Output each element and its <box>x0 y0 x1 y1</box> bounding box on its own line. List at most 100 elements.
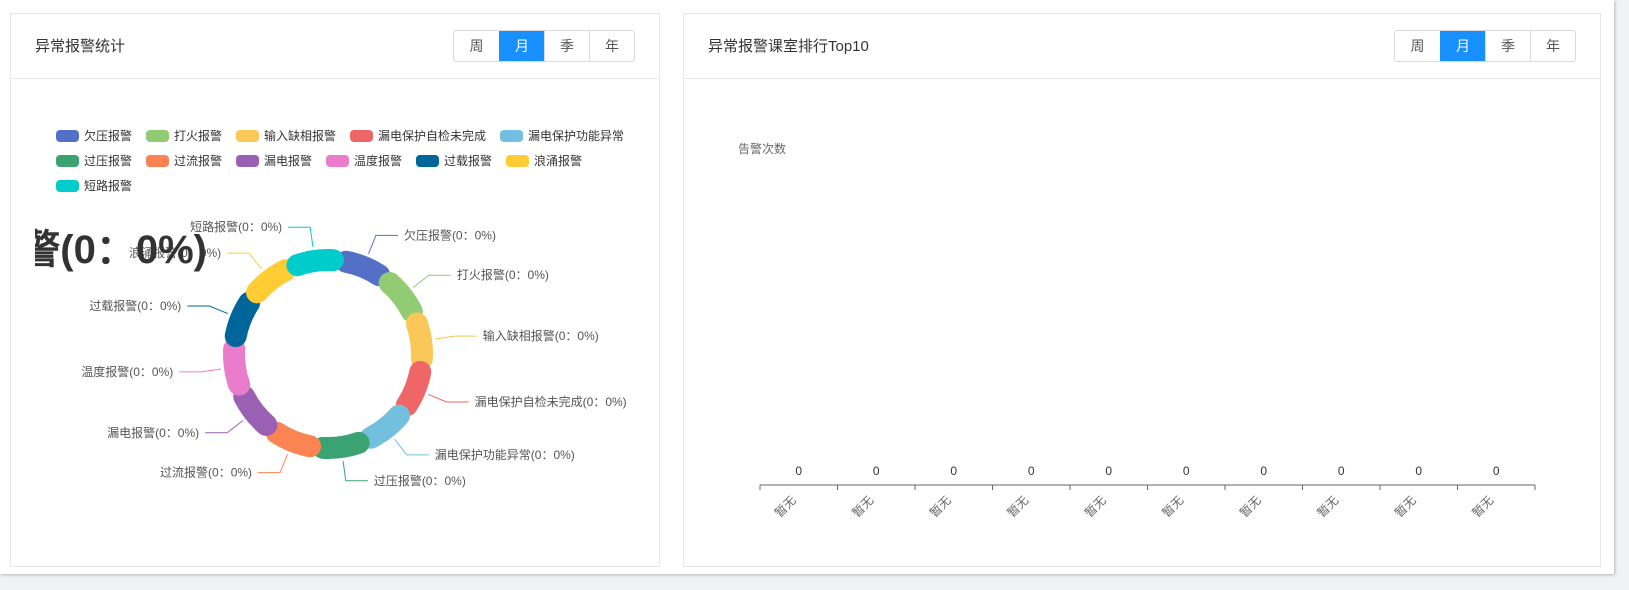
bar-value-label: 0 <box>1493 464 1500 478</box>
legend-swatch <box>146 130 169 142</box>
slice-label: 过流报警(0：0%) <box>160 465 252 480</box>
legend-item: 漏电报警 <box>236 153 312 168</box>
legend-label: 欠压报警 <box>84 128 132 143</box>
label-line <box>427 393 469 403</box>
label-line <box>434 335 477 340</box>
period-year-button[interactable]: 年 <box>589 31 634 61</box>
x-tick-label: 暂无 <box>1082 493 1109 520</box>
legend-item: 过流报警 <box>146 153 222 168</box>
slice-label: 过载报警(0：0%) <box>89 298 181 313</box>
pie-slice <box>224 291 261 348</box>
legend-item: 短路报警 <box>56 178 132 193</box>
pie-slice <box>265 421 322 458</box>
ranking-bar-chart: 告警次数 0 暂无 0 暂无 0 暂无 0 暂无 0 暂无 0 暂无 0 暂无 0 暂无 0 暂无 0 暂无 <box>738 141 1536 520</box>
slice-label: 输入缺相报警(0：0%) <box>483 328 599 343</box>
slice-label: 温度报警(0：0%) <box>81 364 173 379</box>
slice-label: 漏电保护自检未完成(0：0%) <box>475 394 627 409</box>
slice-label: 漏电报警(0：0%) <box>107 425 199 440</box>
x-tick-label: 暂无 <box>849 493 876 520</box>
legend-label: 温度报警 <box>354 153 402 168</box>
legend-swatch <box>500 130 523 142</box>
chart-area: 欠压报警 打火报警 输入缺相报警 漏电保护自检未完成 漏电保护功能异常 过压报警 过流报警漏… <box>11 79 659 566</box>
x-tick-label: 暂无 <box>1314 493 1341 520</box>
legend-label: 过压报警 <box>84 153 132 168</box>
period-week-button[interactable]: 周 <box>454 31 499 61</box>
bar-value-label: 0 <box>795 464 802 478</box>
label-line <box>367 234 398 255</box>
period-week-button[interactable]: 周 <box>1395 31 1440 61</box>
pie-slice <box>246 259 297 304</box>
legend-item: 漏电保护自检未完成 <box>350 128 486 143</box>
legend-label: 漏电报警 <box>264 153 312 168</box>
pie-slice <box>312 431 370 459</box>
pie-slice <box>233 385 278 436</box>
bar-value-label: 0 <box>1105 464 1112 478</box>
legend-label: 浪涌报警 <box>534 153 582 168</box>
legend-swatch <box>56 155 79 167</box>
chart-area: 告警次数 0 暂无 0 暂无 0 暂无 0 暂无 0 暂无 0 暂无 0 暂无 0 暂无 0 暂无 0 暂无 <box>684 79 1600 566</box>
slice-label: 欠压报警(0：0%) <box>404 227 496 242</box>
legend-swatch <box>56 180 79 192</box>
x-tick-label: 暂无 <box>927 493 954 520</box>
legend-swatch <box>236 155 259 167</box>
legend-swatch <box>416 155 439 167</box>
period-quarter-button[interactable]: 季 <box>544 31 589 61</box>
legend-item: 过载报警 <box>416 153 492 168</box>
x-tick-label: 暂无 <box>1237 493 1264 520</box>
legend-label: 打火报警 <box>174 128 222 143</box>
label-line <box>342 460 368 482</box>
bar-value-label: 0 <box>1338 464 1345 478</box>
legend-label: 短路报警 <box>84 178 132 193</box>
legend-label: 漏电保护功能异常 <box>528 129 624 143</box>
bar-value-label: 0 <box>1260 464 1267 478</box>
label-line <box>258 453 289 474</box>
legend-swatch <box>236 130 259 142</box>
card-title: 异常报警统计 <box>35 38 126 55</box>
legend-label: 过载报警 <box>444 153 492 168</box>
dashboard-frame: 异常报警统计 周 月 季 年 欠压报警 打火报警 输入缺相报警 漏电保护自检未完成 漏电… <box>0 0 1614 574</box>
legend-item: 过压报警 <box>56 153 132 168</box>
x-tick-label: 暂无 <box>1004 493 1031 520</box>
legend-item: 漏电保护功能异常 <box>500 129 624 143</box>
legend-swatch <box>326 155 349 167</box>
bar-value-label: 0 <box>873 464 880 478</box>
label-line <box>179 368 222 373</box>
label-line <box>394 438 429 456</box>
bar-value-label: 0 <box>1415 464 1422 478</box>
bar-value-label: 0 <box>1028 464 1035 478</box>
x-tick-label: 暂无 <box>772 493 799 520</box>
period-year-button[interactable]: 年 <box>1530 31 1575 61</box>
card-header: 异常报警统计 周 月 季 年 <box>11 14 659 79</box>
highlight-label: 警(0：0%) <box>20 228 207 272</box>
classroom-ranking-card: 异常报警课室排行Top10 周 月 季 年 告警次数 0 暂无 0 暂无 0 暂无 0 暂无 0 暂… <box>683 13 1601 567</box>
pie-slice <box>223 338 251 396</box>
x-tick-label: 暂无 <box>1392 493 1419 520</box>
legend-item: 欠压报警 <box>56 128 132 143</box>
period-month-button[interactable]: 月 <box>1440 31 1485 61</box>
bar-value-label: 0 <box>950 464 957 478</box>
card-title: 异常报警课室排行Top10 <box>708 38 869 55</box>
label-line <box>187 305 229 315</box>
pie-slice <box>359 404 410 449</box>
pie-slice <box>405 312 433 370</box>
period-quarter-button[interactable]: 季 <box>1485 31 1530 61</box>
legend-item: 浪涌报警 <box>506 153 582 168</box>
legend-label: 漏电保护自检未完成 <box>378 128 486 143</box>
period-selector: 周 月 季 年 <box>1394 30 1576 62</box>
legend-swatch <box>350 130 373 142</box>
pie-slice <box>334 250 391 287</box>
y-axis-label: 告警次数 <box>738 141 786 156</box>
alarm-pie-chart: 欠压报警 打火报警 输入缺相报警 漏电保护自检未完成 漏电保护功能异常过压报警 过流报警漏… <box>20 128 627 488</box>
label-line <box>205 420 244 434</box>
pie-slice <box>286 249 344 277</box>
label-line <box>288 226 314 248</box>
legend-swatch <box>146 155 169 167</box>
slice-label: 打火报警(0：0%) <box>457 267 549 282</box>
alarm-stats-card: 异常报警统计 周 月 季 年 欠压报警 打火报警 输入缺相报警 漏电保护自检未完成 漏电… <box>10 13 660 567</box>
legend-label: 过流报警 <box>174 153 222 168</box>
slice-label: 漏电保护功能异常(0：0%) <box>435 448 575 462</box>
slice-label: 过压报警(0：0%) <box>374 473 466 488</box>
period-month-button[interactable]: 月 <box>499 31 544 61</box>
x-tick-label: 暂无 <box>1159 493 1186 520</box>
legend-label: 输入缺相报警 <box>264 128 336 143</box>
